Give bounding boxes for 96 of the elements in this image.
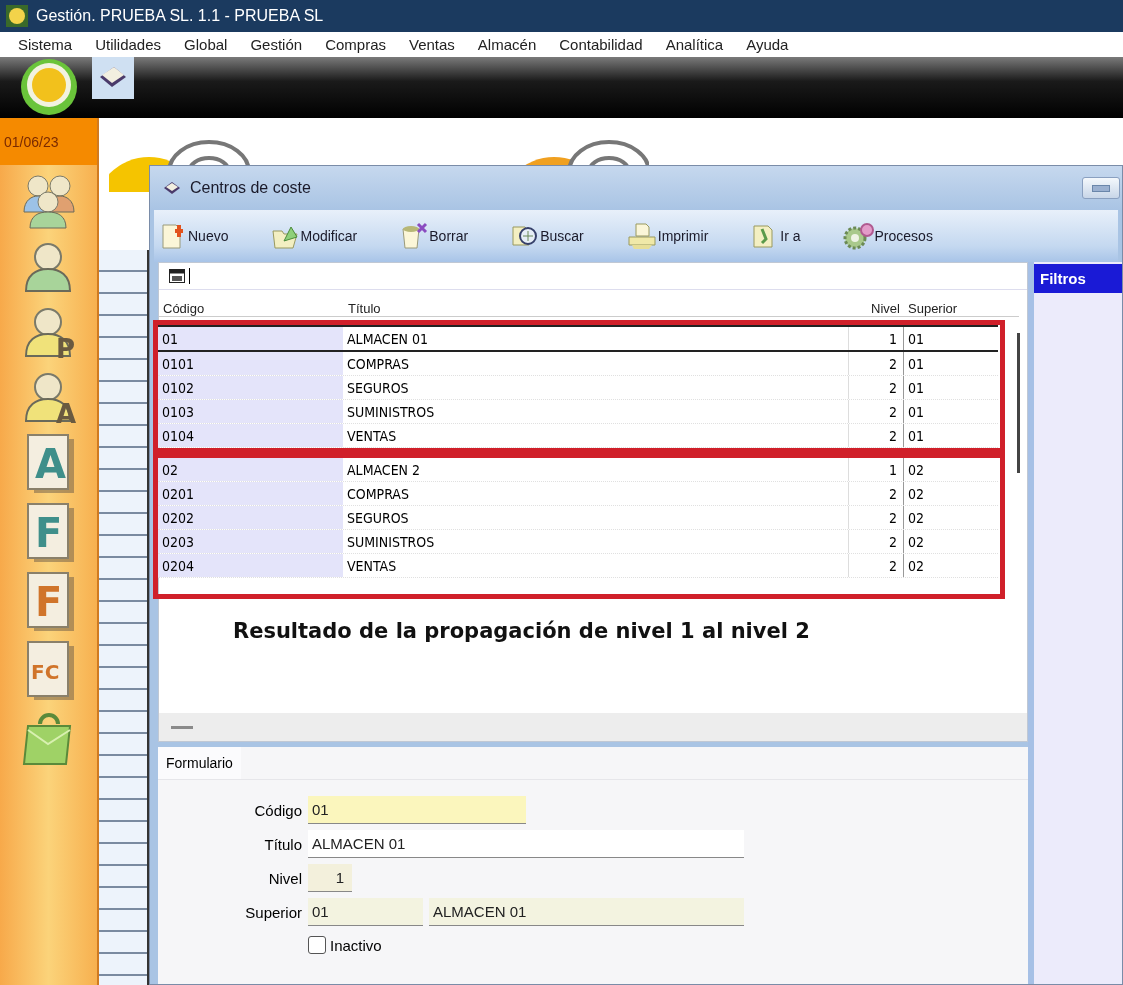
- table-cell: 02: [903, 554, 998, 577]
- table-cell: 02: [158, 458, 343, 481]
- table-cell: 2: [848, 352, 903, 375]
- toolbar-button[interactable]: Imprimir: [621, 221, 713, 251]
- window-title: Centros de coste: [190, 179, 311, 197]
- table-cell: 01: [903, 327, 998, 350]
- field-label: Título: [263, 835, 303, 853]
- gears-icon: [842, 221, 875, 251]
- table-cell-text: ALMACEN 2: [346, 460, 422, 480]
- table-cell: 0204: [158, 554, 343, 577]
- bin-icon: [399, 221, 430, 251]
- window-title: Gestión. PRUEBA SL. 1.1 - PRUEBA SL: [36, 7, 324, 25]
- field-label: Nivel: [267, 869, 303, 887]
- menu-item[interactable]: Ventas: [395, 36, 464, 53]
- table-cell: 01: [903, 400, 998, 423]
- table-row[interactable]: 01 ALMACEN 01 1 01: [158, 325, 998, 352]
- table-cell: 2: [848, 506, 903, 529]
- input-field[interactable]: ALMACEN 01: [308, 830, 744, 858]
- form-tab[interactable]: Formulario: [158, 747, 241, 779]
- table-cell-text: VENTAS: [346, 556, 398, 576]
- toolbar-button[interactable]: Modificar: [266, 221, 362, 251]
- table-icon[interactable]: [169, 269, 185, 283]
- input-field[interactable]: 1: [308, 864, 352, 892]
- table-cell: 0102: [158, 376, 343, 399]
- menu-item[interactable]: Almacén: [463, 36, 546, 53]
- input-field[interactable]: 01: [308, 898, 423, 926]
- table-cell: 2: [848, 530, 903, 553]
- table-cell-text: SUMINISTROS: [346, 532, 436, 552]
- table-cell-text: VENTAS: [346, 426, 398, 446]
- table-cell: 01: [903, 424, 998, 447]
- table-row[interactable]: 0203 SUMINISTROS 2 02: [158, 530, 998, 554]
- table-cell: 0202: [158, 506, 343, 529]
- toolbar-button[interactable]: Ir a: [746, 221, 805, 251]
- menu-item[interactable]: Utilidades: [81, 36, 171, 53]
- table-row[interactable]: 0103 SUMINISTROS 2 01: [158, 400, 998, 424]
- table-cell-text: COMPRAS: [346, 484, 410, 504]
- table-cell: 0101: [158, 352, 343, 375]
- table-row[interactable]: 0202 SEGUROS 2 02: [158, 506, 998, 530]
- table-cell: 2: [848, 376, 903, 399]
- table-cell: 02: [903, 458, 998, 481]
- menu-item[interactable]: Gestión: [236, 36, 312, 53]
- column-header[interactable]: Código: [159, 301, 344, 316]
- table-cell-text: SEGUROS: [346, 378, 410, 398]
- table-cell: 0104: [158, 424, 343, 447]
- table-cell: 2: [848, 400, 903, 423]
- table-cell: 0203: [158, 530, 343, 553]
- toolbar-button[interactable]: Procesos: [838, 221, 937, 251]
- toolbar-button[interactable]: Buscar: [506, 221, 588, 251]
- column-header[interactable]: Superior: [904, 301, 999, 316]
- input-field[interactable]: ALMACEN 01: [429, 898, 744, 926]
- toolbar-button[interactable]: Nuevo: [154, 221, 233, 251]
- menu-item[interactable]: Global: [170, 36, 237, 53]
- menu-item[interactable]: Sistema: [4, 36, 82, 53]
- table-cell: 01: [903, 352, 998, 375]
- toolbar-button[interactable]: Borrar: [395, 221, 473, 251]
- checkbox-label: Inactivo: [330, 936, 382, 954]
- table-row[interactable]: 0102 SEGUROS 2 01: [158, 376, 998, 400]
- menu-item[interactable]: Ayuda: [732, 36, 798, 53]
- menu-item[interactable]: Contabilidad: [545, 36, 652, 53]
- table-row[interactable]: 0101 COMPRAS 2 01: [158, 352, 998, 376]
- annotation-caption: Resultado de la propagación de nivel 1 al nivel 2: [233, 619, 811, 643]
- table-cell: 02: [903, 482, 998, 505]
- checkbox[interactable]: [308, 936, 326, 954]
- table-cell: 2: [848, 482, 903, 505]
- date-label: 01/06/23: [0, 118, 97, 165]
- table-row[interactable]: 0204 VENTAS 2 02: [158, 554, 998, 578]
- menu-item[interactable]: Compras: [311, 36, 395, 53]
- table-cell: 02: [903, 530, 998, 553]
- table-cell-text: SUMINISTROS: [346, 402, 436, 422]
- table-cell: 01: [903, 376, 998, 399]
- scrollbar-thumb[interactable]: [1017, 333, 1020, 473]
- table-cell-text: SEGUROS: [346, 508, 410, 528]
- table-cell: 2: [848, 424, 903, 447]
- table-row[interactable]: 0104 VENTAS 2 01: [158, 424, 998, 448]
- app-logo-icon: [6, 5, 28, 27]
- table-cell: 01: [158, 327, 343, 350]
- table-cell: 1: [848, 458, 903, 481]
- panel-title: Filtros: [1034, 264, 1122, 293]
- input-field[interactable]: 01: [308, 796, 526, 824]
- minimize-button[interactable]: [1082, 177, 1120, 199]
- table-cell-text: COMPRAS: [346, 354, 410, 374]
- menu-item[interactable]: Analítica: [651, 36, 733, 53]
- table-cell: 0201: [158, 482, 343, 505]
- column-header[interactable]: Título: [344, 301, 849, 316]
- table-cell: 2: [848, 554, 903, 577]
- table-cell: 0103: [158, 400, 343, 423]
- table-cell: 1: [848, 327, 903, 350]
- table-row[interactable]: 02 ALMACEN 2 1 02: [158, 458, 998, 482]
- printer-icon: [625, 221, 658, 251]
- column-header[interactable]: Nivel: [849, 301, 904, 316]
- table-cell-text: ALMACEN 01: [346, 329, 430, 349]
- table-row[interactable]: 0201 COMPRAS 2 02: [158, 482, 998, 506]
- field-label: Superior: [244, 903, 303, 921]
- minus-icon[interactable]: [171, 725, 193, 729]
- table-cell: 02: [903, 506, 998, 529]
- field-label: Código: [253, 801, 303, 819]
